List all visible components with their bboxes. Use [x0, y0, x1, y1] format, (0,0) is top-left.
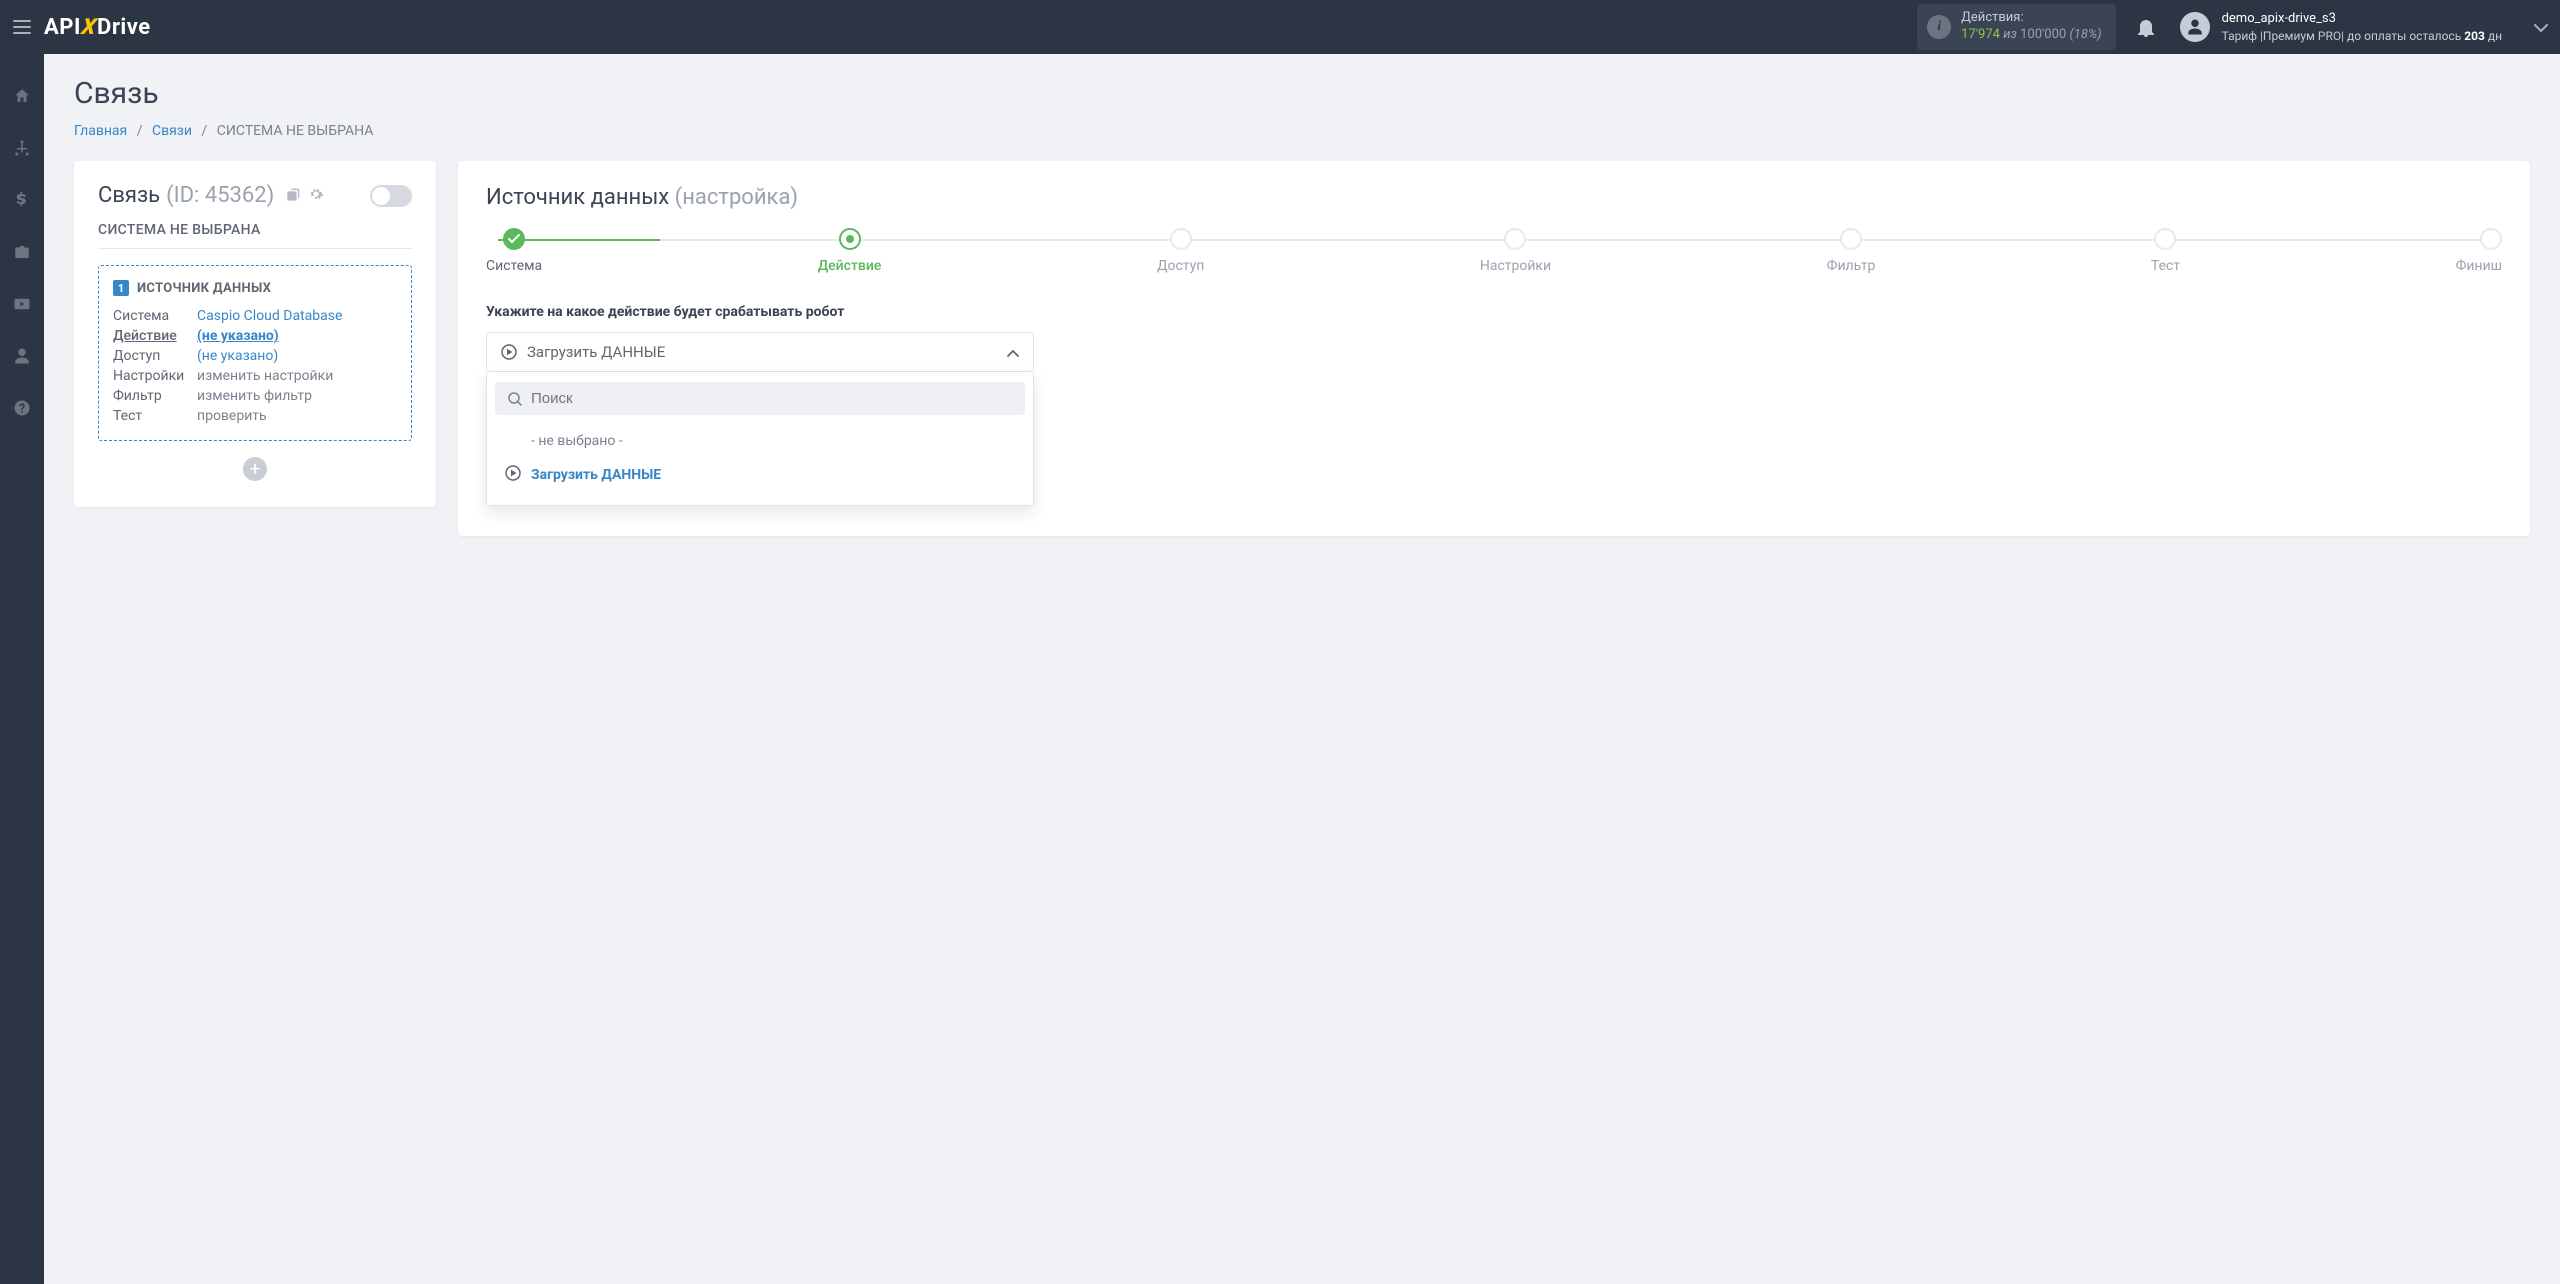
step-access-circle[interactable]	[1170, 228, 1192, 250]
breadcrumb: Главная / Связи / СИСТЕМА НЕ ВЫБРАНА	[74, 123, 2530, 139]
step-filter-circle[interactable]	[1840, 228, 1862, 250]
hamburger-menu-button[interactable]	[0, 0, 44, 54]
connection-title: Связь (ID: 45362)	[98, 183, 324, 208]
usage-pill[interactable]: i Действия: 17'974 из 100'000 (18%)	[1917, 4, 2115, 50]
breadcrumb-home[interactable]: Главная	[74, 123, 127, 139]
logo-x: X	[80, 15, 99, 40]
row-settings-value[interactable]: изменить настройки	[197, 368, 397, 384]
row-access-label: Доступ	[113, 348, 197, 364]
logo-api: API	[44, 15, 81, 40]
row-filter-label: Фильтр	[113, 388, 197, 404]
step-system-circle[interactable]	[503, 228, 525, 250]
logo-drive: Drive	[97, 15, 151, 40]
select-value: Загрузить ДАННЫЕ	[527, 343, 665, 361]
add-destination-button[interactable]: +	[243, 457, 267, 481]
search-input[interactable]	[531, 390, 1013, 407]
step-settings-circle[interactable]	[1504, 228, 1526, 250]
play-icon	[501, 344, 517, 360]
sidebar-item-briefcase[interactable]	[0, 238, 44, 266]
connection-subtitle: СИСТЕМА НЕ ВЫБРАНА	[98, 222, 412, 249]
step-system-label: Система	[486, 258, 542, 274]
breadcrumb-current: СИСТЕМА НЕ ВЫБРАНА	[217, 123, 374, 139]
step-action-circle[interactable]	[839, 228, 861, 250]
logo[interactable]: APIXDrive	[44, 15, 151, 40]
play-icon	[505, 465, 521, 485]
sidebar-item-billing[interactable]	[0, 186, 44, 214]
row-action-value[interactable]: (не указано)	[197, 328, 397, 344]
row-access-value[interactable]: (не указано)	[197, 348, 397, 364]
row-test-value[interactable]: проверить	[197, 408, 397, 424]
user-tariff: Тариф |Премиум PRO| до оплаты осталось 2…	[2222, 28, 2502, 44]
usage-values: 17'974 из 100'000 (18%)	[1961, 27, 2101, 44]
step-test-label: Тест	[2151, 258, 2180, 274]
action-dropdown: - не выбрано - Загрузить ДАННЫЕ	[486, 372, 1034, 506]
row-system-label: Система	[113, 308, 197, 324]
option-none[interactable]: - не выбрано -	[495, 425, 1025, 457]
row-settings-label: Настройки	[113, 368, 197, 384]
page-title: Связь	[74, 76, 2530, 111]
data-source-box: 1 ИСТОЧНИК ДАННЫХ Система Caspio Cloud D…	[98, 265, 412, 441]
sidebar-item-help[interactable]	[0, 394, 44, 422]
breadcrumb-connections[interactable]: Связи	[152, 123, 192, 139]
gear-icon[interactable]	[308, 183, 324, 208]
usage-label: Действия:	[1961, 10, 2101, 27]
sidebar	[0, 54, 44, 1284]
chevron-down-icon	[2534, 17, 2548, 36]
row-action-label: Действие	[113, 328, 197, 344]
enable-toggle[interactable]	[370, 185, 412, 207]
step-action-label: Действие	[818, 258, 882, 274]
user-name: demo_apix-drive_s3	[2222, 10, 2502, 28]
step-access-label: Доступ	[1157, 258, 1204, 274]
source-number: 1	[113, 280, 129, 296]
source-heading: ИСТОЧНИК ДАННЫХ	[137, 281, 271, 296]
step-settings-label: Настройки	[1480, 258, 1551, 274]
user-menu[interactable]: demo_apix-drive_s3 Тариф |Премиум PRO| д…	[2180, 10, 2548, 44]
info-icon: i	[1927, 15, 1951, 39]
app-header: APIXDrive i Действия: 17'974 из 100'000 …	[0, 0, 2560, 54]
sidebar-item-connections[interactable]	[0, 134, 44, 162]
progress-steps: Система Действие Доступ Настройки	[486, 228, 2502, 274]
step-filter-label: Фильтр	[1827, 258, 1876, 274]
dropdown-search[interactable]	[495, 382, 1025, 415]
avatar-icon	[2180, 12, 2210, 42]
action-select[interactable]: Загрузить ДАННЫЕ	[486, 332, 1034, 372]
action-field-label: Укажите на какое действие будет срабатыв…	[486, 304, 2502, 320]
sidebar-item-profile[interactable]	[0, 342, 44, 370]
chevron-up-icon	[1007, 343, 1019, 361]
notifications-button[interactable]	[2126, 7, 2166, 47]
step-test-circle[interactable]	[2154, 228, 2176, 250]
option-load-data[interactable]: Загрузить ДАННЫЕ	[495, 457, 1025, 493]
sidebar-item-video[interactable]	[0, 290, 44, 318]
settings-title: Источник данных (настройка)	[486, 185, 2502, 210]
connection-card: Связь (ID: 45362) СИСТЕМА НЕ ВЫБРАНА	[74, 161, 436, 507]
settings-card: Источник данных (настройка) Система Дейс…	[458, 161, 2530, 536]
copy-icon[interactable]	[286, 183, 302, 208]
sidebar-item-home[interactable]	[0, 82, 44, 110]
step-finish-label: Финиш	[2456, 258, 2502, 274]
row-filter-value[interactable]: изменить фильтр	[197, 388, 397, 404]
row-test-label: Тест	[113, 408, 197, 424]
row-system-value[interactable]: Caspio Cloud Database	[197, 308, 397, 324]
step-finish-circle[interactable]	[2480, 228, 2502, 250]
